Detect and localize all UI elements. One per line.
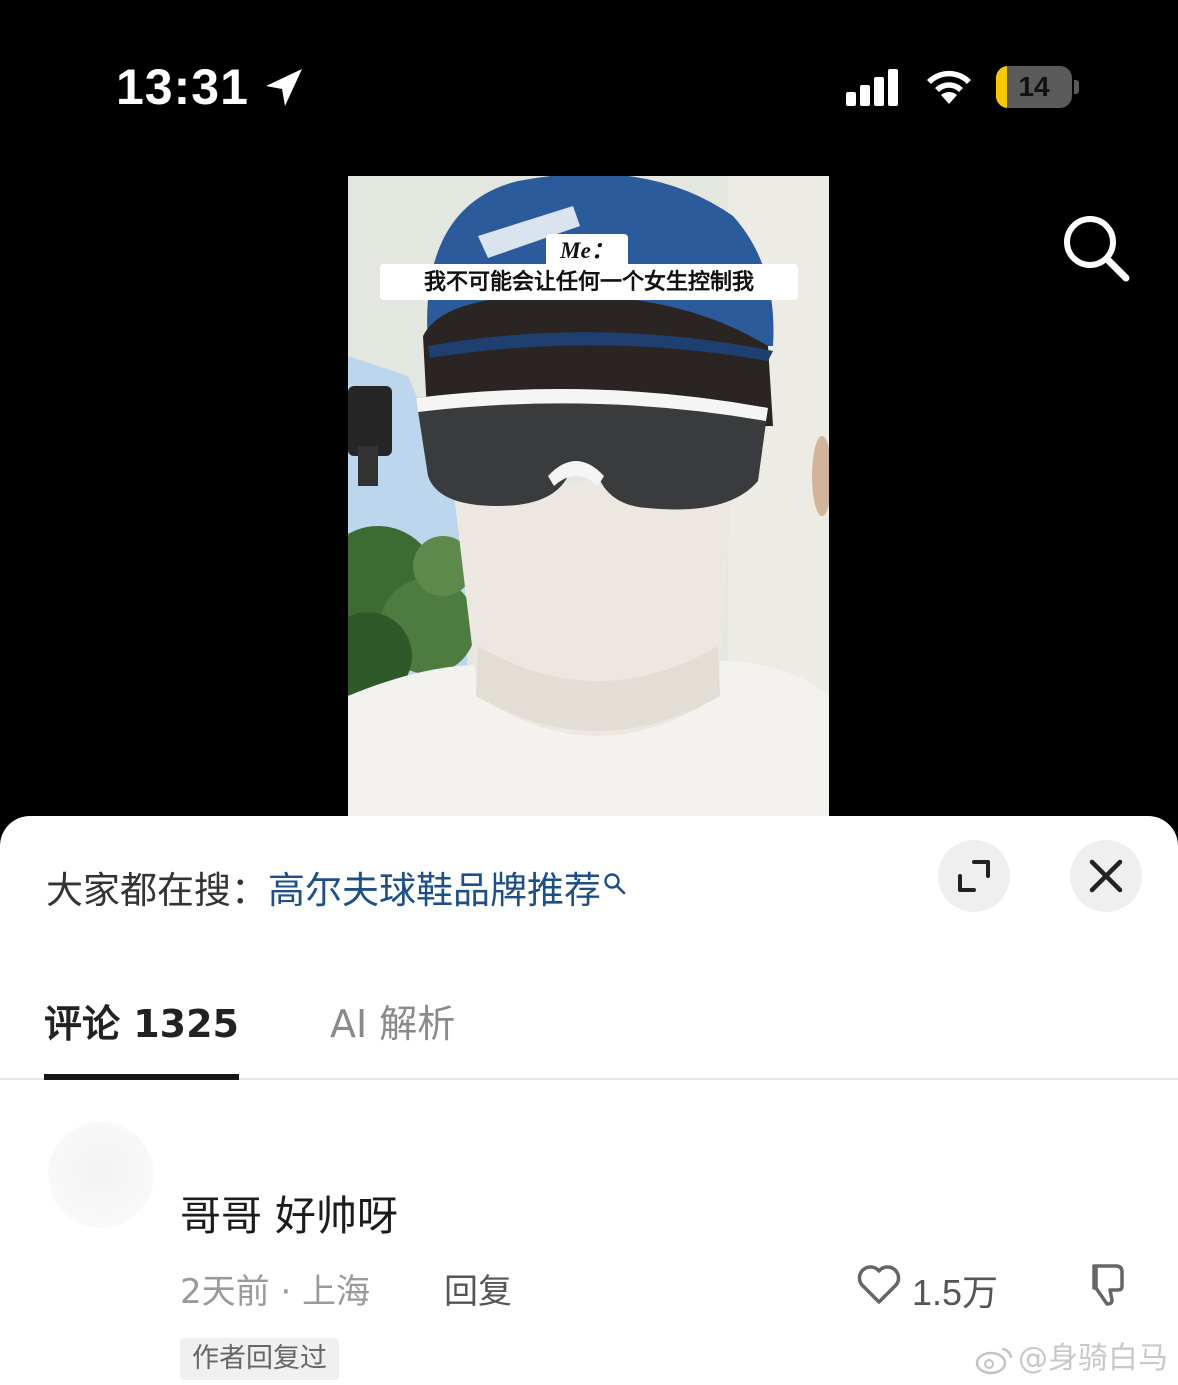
wifi-icon [927, 70, 971, 104]
expand-icon [958, 860, 990, 892]
battery-level: 14 [1018, 71, 1050, 102]
tab-comments[interactable]: 评论 1325 [44, 996, 239, 1052]
tab-ai-analysis[interactable]: AI 解析 [330, 996, 455, 1052]
comments-sheet: 大家都在搜：高尔夫球鞋品牌推荐 评论 1325 AI 解析 哥哥 好帅呀 2天前… [0, 816, 1178, 1385]
video-player[interactable]: Me： 我不可能会让任何一个女生控制我 [348, 176, 829, 816]
avatar[interactable] [48, 1122, 154, 1228]
expand-button[interactable] [938, 840, 1010, 912]
hot-search-link[interactable]: 高尔夫球鞋品牌推荐 [268, 869, 601, 912]
comment-text: 哥哥 好帅呀 [180, 1192, 399, 1240]
cellular-signal-icon [846, 69, 898, 106]
author-replied-badge: 作者回复过 [180, 1338, 339, 1380]
heart-icon [857, 1265, 901, 1304]
hot-search: 大家都在搜：高尔夫球鞋品牌推荐 [46, 866, 627, 916]
close-button[interactable] [1070, 840, 1142, 912]
like-count: 1.5万 [912, 1272, 999, 1313]
video-area[interactable]: Me： 我不可能会让任何一个女生控制我 [0, 140, 1178, 840]
dislike-icon[interactable] [1080, 1260, 1128, 1308]
hot-search-label: 大家都在搜： [46, 869, 268, 912]
battery-icon: 14 [996, 66, 1080, 108]
watermark: @身骑白马 [974, 1338, 1168, 1380]
close-icon [1089, 859, 1123, 893]
hot-search-icon[interactable] [603, 872, 627, 896]
location-arrow-icon [266, 69, 302, 106]
search-icon[interactable] [1058, 210, 1132, 284]
active-tab-indicator [44, 1074, 239, 1080]
video-caption: 我不可能会让任何一个女生控制我 [380, 264, 798, 300]
comment-meta: 2天前 · 上海 [180, 1272, 371, 1312]
watermark-text: @身骑白马 [1018, 1341, 1168, 1376]
weibo-logo-icon [975, 1347, 1013, 1374]
status-bar: 13:31 14 [0, 0, 1178, 140]
reply-button[interactable]: 回复 [444, 1264, 512, 1313]
comment-tabs: 评论 1325 AI 解析 [0, 986, 1178, 1080]
video-caption-head: Me： [546, 234, 628, 268]
status-time: 13:31 [116, 59, 249, 115]
